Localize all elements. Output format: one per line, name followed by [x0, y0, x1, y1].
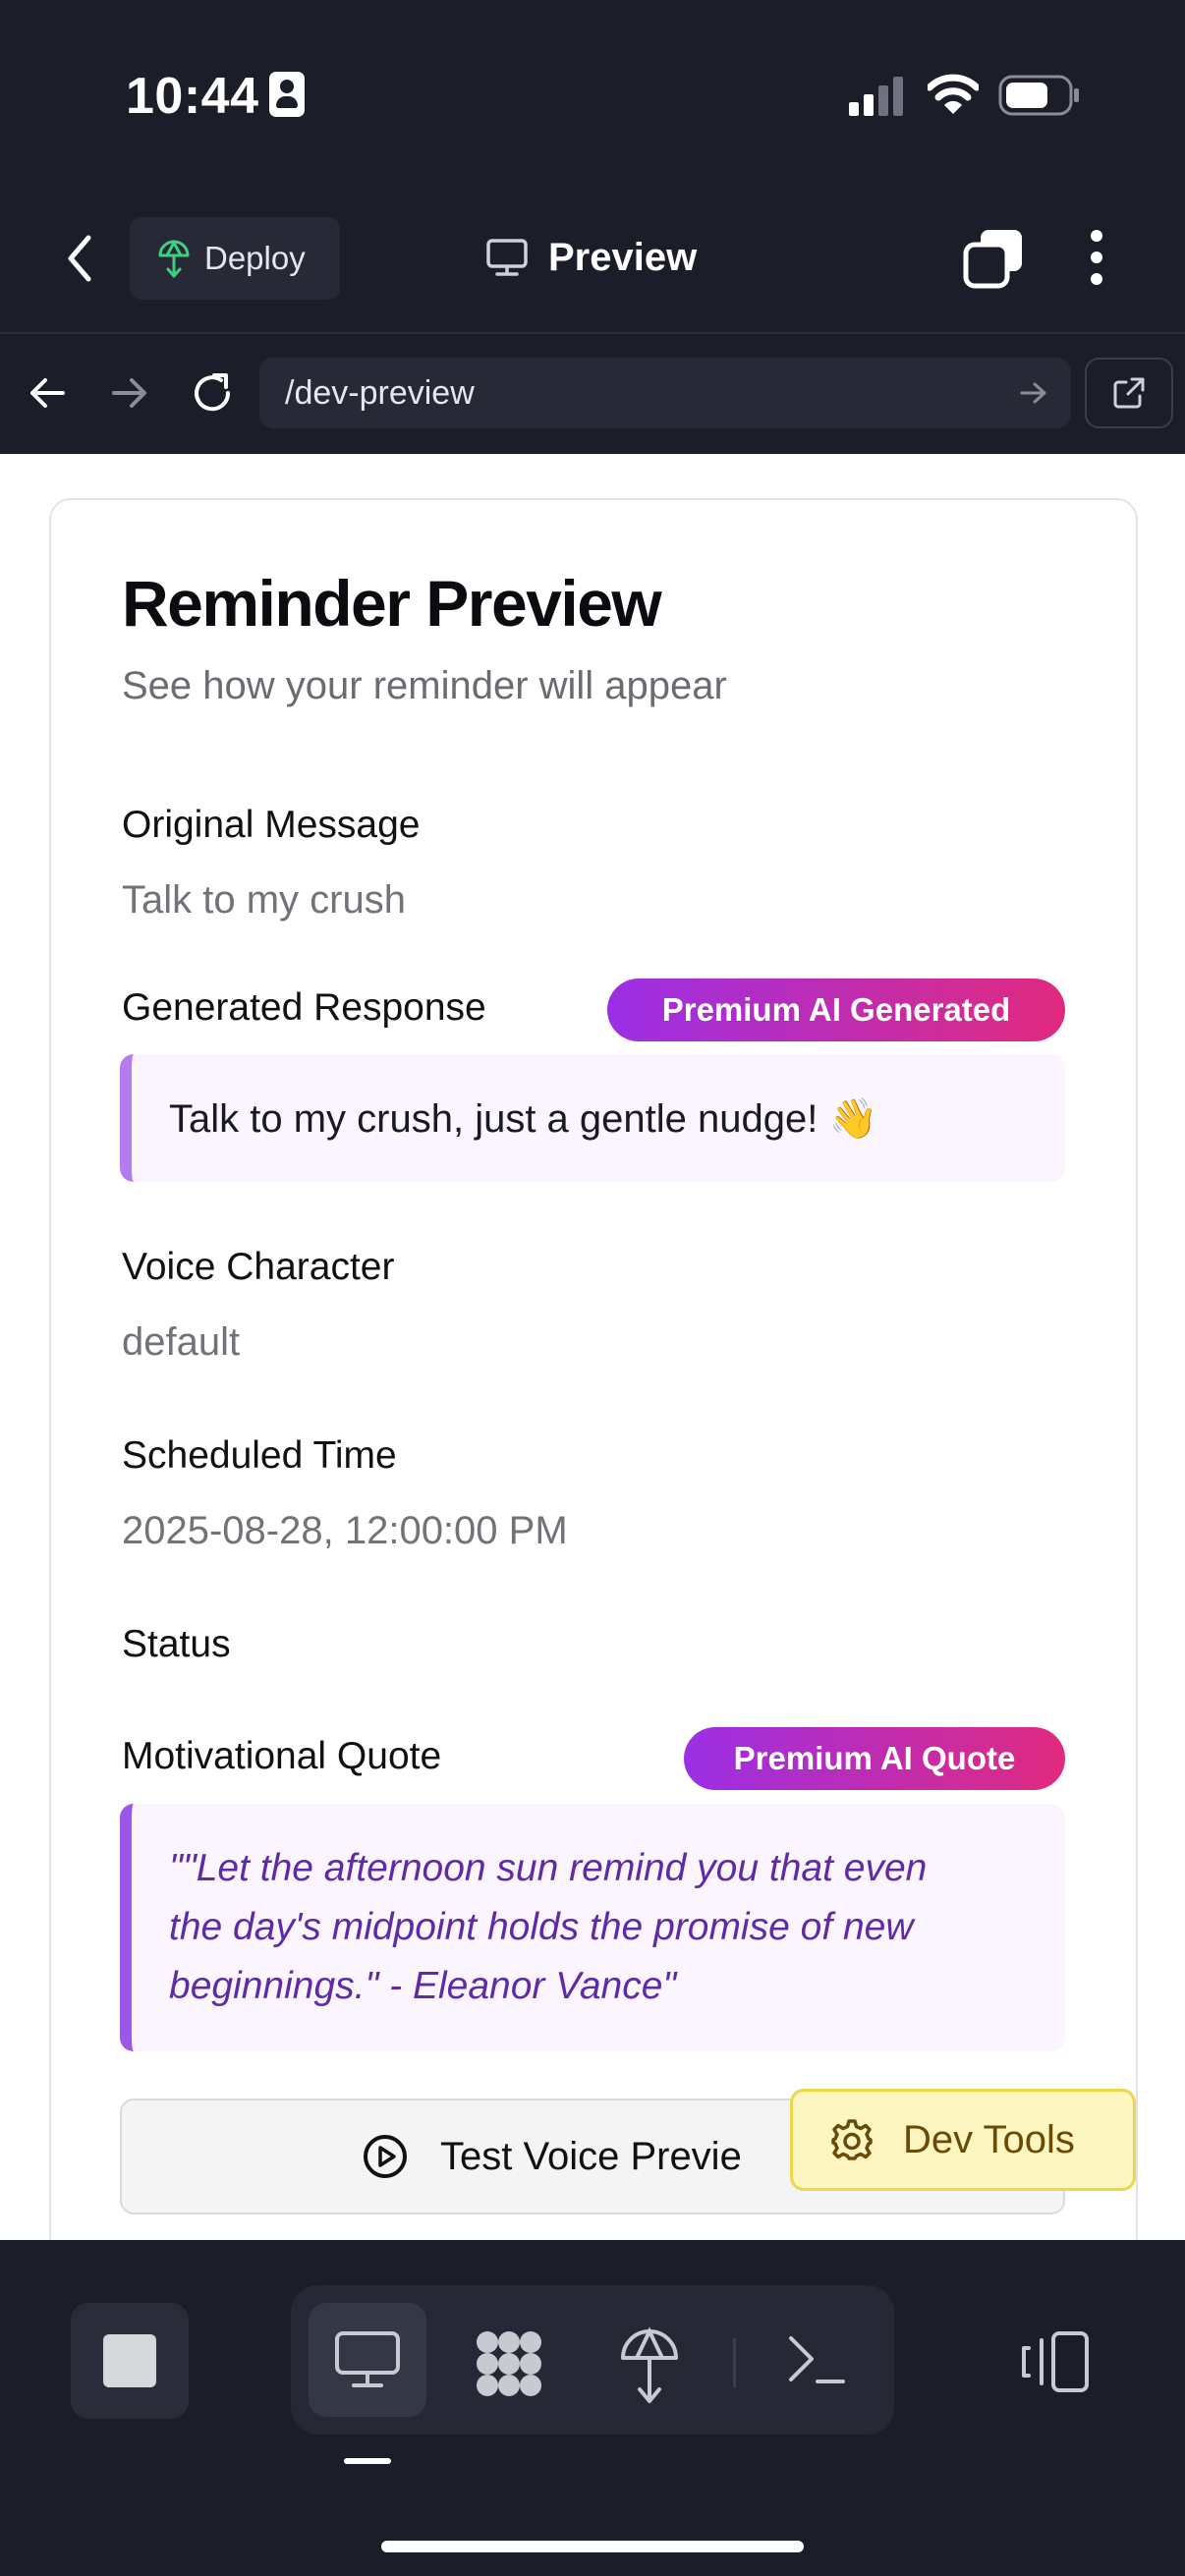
split-view-icon[interactable] — [1020, 2330, 1091, 2393]
scheduled-time-label: Scheduled Time — [122, 1434, 397, 1477]
card-title: Reminder Preview — [122, 567, 662, 640]
browser-forward-icon[interactable] — [110, 376, 149, 410]
page-title: Preview — [548, 235, 698, 279]
home-indicator[interactable] — [381, 2541, 804, 2552]
stop-button[interactable] — [71, 2303, 189, 2419]
dev-tools-button[interactable]: Dev Tools — [790, 2089, 1136, 2191]
battery-icon — [998, 75, 1079, 116]
quote-line: ""Let the afternoon sun remind you that … — [169, 1847, 928, 1889]
premium-ai-quote-badge: Premium AI Quote — [684, 1727, 1065, 1790]
more-options-icon[interactable] — [1087, 228, 1106, 287]
go-arrow-icon[interactable] — [1020, 381, 1047, 405]
cellular-signal-icon — [849, 77, 903, 116]
desktop-icon — [335, 2331, 400, 2387]
voice-character-label: Voice Character — [122, 1246, 395, 1288]
quote-line: beginnings." - Eleanor Vance" — [169, 1965, 677, 2007]
play-circle-icon — [364, 2135, 407, 2178]
back-chevron-icon[interactable] — [65, 234, 94, 283]
motivational-quote-label: Motivational Quote — [122, 1735, 442, 1777]
url-text: /dev-preview — [285, 373, 475, 412]
reload-icon[interactable] — [191, 371, 234, 415]
test-voice-label: Test Voice Previe — [440, 2134, 742, 2178]
gear-icon — [831, 2119, 873, 2160]
generated-response-text: Talk to my crush, just a gentle nudge! 👋 — [169, 1096, 878, 1141]
status-time: 10:44 — [126, 68, 259, 125]
deploy-icon — [158, 239, 190, 278]
voice-character-value: default — [122, 1320, 241, 1364]
preview-page: Reminder Preview See how your reminder w… — [0, 454, 1185, 2240]
premium-ai-generated-badge: Premium AI Generated — [607, 979, 1065, 1041]
open-external-button[interactable] — [1085, 358, 1173, 428]
deploy-label: Deploy — [204, 240, 306, 276]
deploy-tab-icon[interactable] — [619, 2326, 680, 2405]
preview-title: Preview — [485, 226, 697, 289]
original-message-label: Original Message — [122, 804, 421, 846]
terminal-icon[interactable] — [786, 2332, 847, 2387]
status-label: Status — [122, 1623, 231, 1665]
contact-card-icon — [269, 72, 305, 117]
card-subtitle: See how your reminder will appear — [122, 664, 727, 707]
stop-icon — [103, 2334, 156, 2387]
workflow-icon[interactable] — [472, 2326, 546, 2401]
dev-tools-label: Dev Tools — [903, 2117, 1075, 2161]
deploy-button[interactable]: Deploy — [130, 217, 340, 300]
external-link-icon — [1113, 377, 1145, 409]
tabs-icon[interactable] — [963, 228, 1024, 289]
url-field[interactable]: /dev-preview — [259, 358, 1071, 428]
browser-back-icon[interactable] — [28, 376, 67, 410]
monitor-icon — [486, 239, 528, 276]
original-message-value: Talk to my crush — [122, 878, 406, 922]
wifi-icon — [928, 74, 979, 114]
generated-response-box: Talk to my crush, just a gentle nudge! 👋 — [120, 1054, 1065, 1182]
scheduled-time-value: 2025-08-28, 12:00:00 PM — [122, 1509, 568, 1552]
motivational-quote-box: ""Let the afternoon sun remind you that … — [120, 1804, 1065, 2051]
generated-response-label: Generated Response — [122, 986, 486, 1029]
tab-divider — [733, 2338, 736, 2387]
quote-line: the day's midpoint holds the promise of … — [169, 1906, 914, 1948]
active-tab-indicator — [344, 2458, 391, 2464]
